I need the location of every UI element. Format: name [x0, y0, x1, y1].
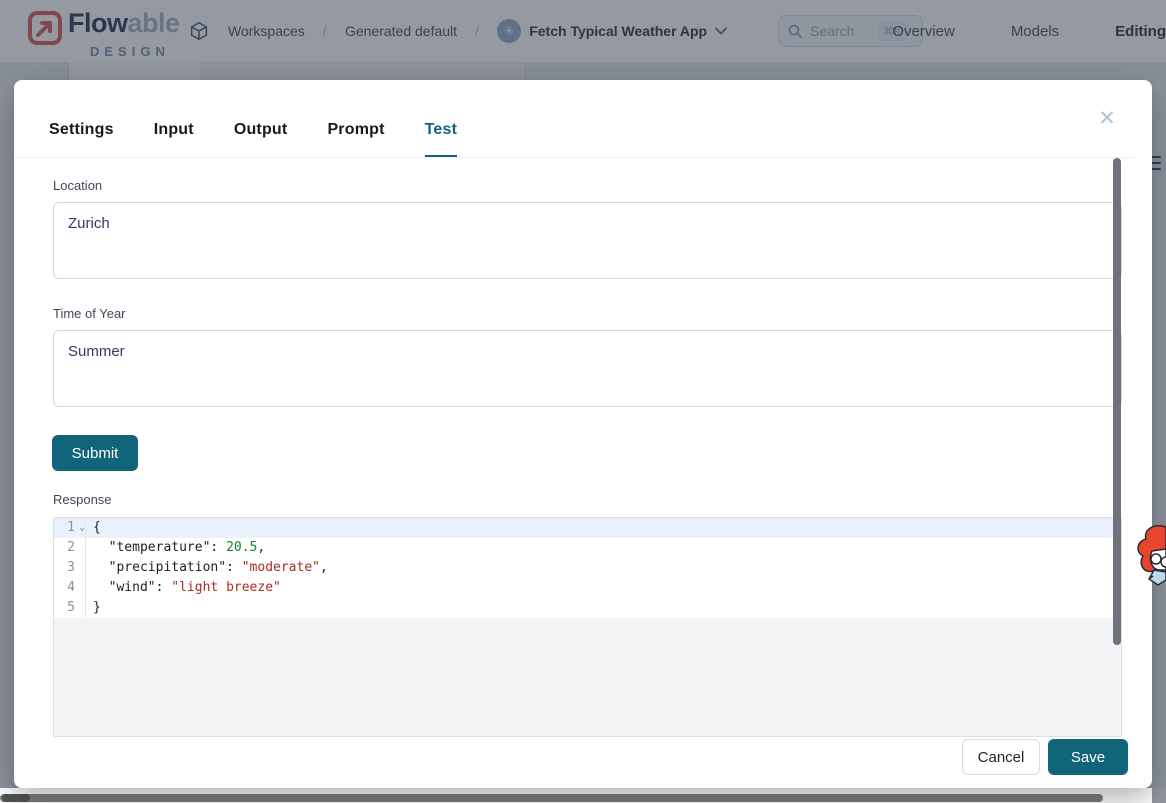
code-line: 2 "temperature": 20.5,	[54, 538, 1121, 558]
horizontal-scrollbar-cap[interactable]	[2, 794, 30, 802]
test-dialog: ✕ Settings Input Output Prompt Test Loca…	[14, 80, 1152, 788]
code-line: 3 "precipitation": "moderate",	[54, 558, 1121, 578]
code-line: 1⌄ {	[54, 518, 1121, 538]
tab-settings[interactable]: Settings	[49, 121, 114, 157]
code-line: 5 }	[54, 598, 1121, 618]
dialog-tabs: Settings Input Output Prompt Test	[14, 121, 1136, 158]
code-content: 1⌄ { 2 "temperature": 20.5, 3 "precipita…	[54, 518, 1121, 618]
tab-prompt[interactable]: Prompt	[327, 121, 384, 157]
line-number: 1⌄	[54, 518, 86, 538]
line-number: 5	[54, 598, 86, 618]
location-field[interactable]: Zurich	[53, 202, 1122, 279]
time-of-year-field[interactable]: Summer	[53, 330, 1122, 407]
line-number: 4	[54, 578, 86, 598]
line-number: 2	[54, 538, 86, 558]
response-code-editor[interactable]: 1⌄ { 2 "temperature": 20.5, 3 "precipita…	[53, 517, 1122, 737]
horizontal-scrollbar[interactable]	[0, 794, 1103, 802]
code-text: }	[86, 598, 101, 618]
time-of-year-label: Time of Year	[53, 306, 126, 321]
code-line: 4 "wind": "light breeze"	[54, 578, 1121, 598]
cancel-button[interactable]: Cancel	[962, 739, 1040, 775]
location-label: Location	[53, 178, 102, 193]
code-text: "wind": "light breeze"	[86, 578, 281, 598]
save-button[interactable]: Save	[1048, 739, 1128, 775]
screen: Flowable DESIGN Workspaces / Generated d…	[0, 0, 1166, 803]
mascot-character	[1133, 519, 1166, 597]
code-text: "precipitation": "moderate",	[86, 558, 328, 578]
code-text: {	[86, 518, 101, 538]
line-number: 3	[54, 558, 86, 578]
tab-input[interactable]: Input	[154, 121, 194, 157]
submit-button[interactable]: Submit	[52, 435, 138, 471]
response-label: Response	[53, 492, 112, 507]
tab-test[interactable]: Test	[425, 121, 458, 157]
tab-output[interactable]: Output	[234, 121, 288, 157]
overlay-corner	[1152, 788, 1166, 803]
modal-vertical-scrollbar[interactable]	[1113, 158, 1121, 645]
fold-chevron-icon[interactable]: ⌄	[76, 518, 85, 538]
code-text: "temperature": 20.5,	[86, 538, 265, 558]
